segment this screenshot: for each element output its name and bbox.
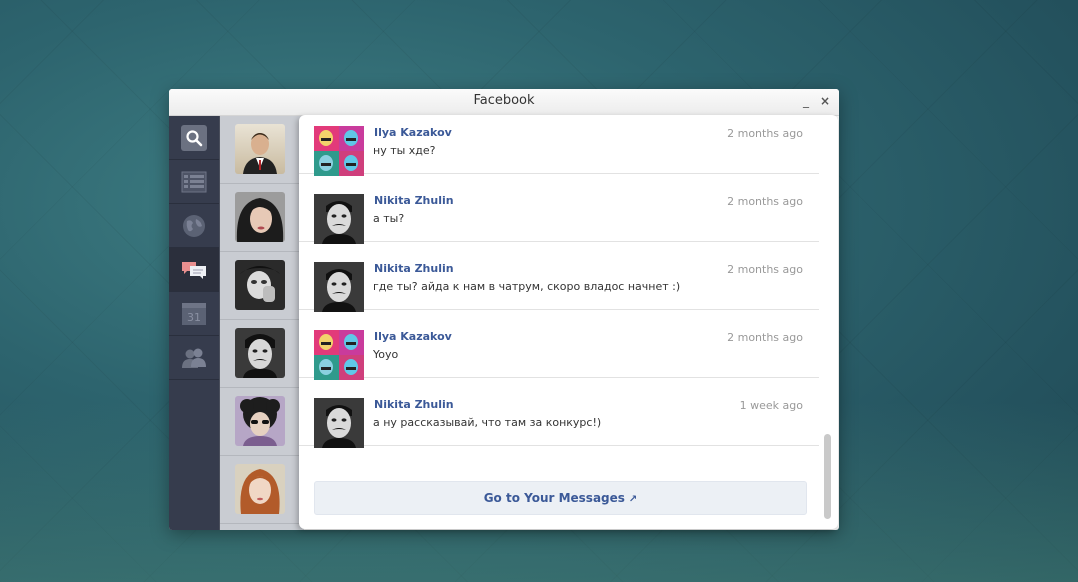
news-feed-icon [181, 169, 207, 195]
search-icon [181, 125, 207, 151]
sender-name[interactable]: Ilya Kazakov [374, 330, 452, 343]
friend-item[interactable] [220, 252, 304, 320]
friend-item[interactable] [220, 456, 304, 524]
friend-item[interactable] [220, 184, 304, 252]
message-time: 2 months ago [727, 127, 803, 140]
messages-icon [181, 257, 207, 283]
sidebar-item-search[interactable] [169, 116, 219, 160]
friend-avatar [235, 192, 285, 242]
sidebar: 31 [169, 116, 219, 530]
message-item[interactable]: Ilya Kazakov 2 months ago ну ты хде? [299, 115, 819, 176]
sidebar-item-news-feed[interactable] [169, 160, 219, 204]
friends-icon [181, 345, 207, 371]
friend-avatar [235, 464, 285, 514]
calendar-icon: 31 [181, 301, 207, 327]
go-to-messages-button[interactable]: Go to Your Messages ↗ [314, 481, 807, 515]
sidebar-item-messages[interactable] [169, 248, 219, 292]
sender-avatar [314, 194, 364, 244]
message-item[interactable]: Nikita Zhulin 1 week ago а ну рассказыва… [299, 378, 819, 448]
message-time: 1 week ago [739, 399, 803, 412]
sender-avatar [314, 398, 364, 448]
friend-avatar [235, 260, 285, 310]
scrollbar-thumb[interactable] [824, 434, 831, 519]
friend-avatar [235, 396, 285, 446]
title-bar: Facebook _ × [169, 89, 839, 116]
friends-list [219, 116, 304, 530]
friend-item[interactable] [220, 116, 304, 184]
sender-avatar [314, 262, 364, 312]
message-time: 2 months ago [727, 331, 803, 344]
message-text: ну ты хде? [373, 144, 436, 157]
message-text: а ты? [373, 212, 405, 225]
sender-name[interactable]: Ilya Kazakov [374, 126, 452, 139]
go-to-messages-label: Go to Your Messages [483, 491, 625, 505]
friend-item[interactable] [220, 388, 304, 456]
sidebar-item-events[interactable]: 31 [169, 292, 219, 336]
sender-name[interactable]: Nikita Zhulin [374, 262, 454, 275]
window-title: Facebook [473, 93, 535, 108]
friend-item[interactable] [220, 320, 304, 388]
close-button[interactable]: × [817, 92, 833, 110]
message-text: где ты? айда к нам в чатрум, скоро владо… [373, 280, 681, 293]
message-text: Yoyo [373, 348, 399, 361]
sender-name[interactable]: Nikita Zhulin [374, 398, 454, 411]
sidebar-item-friends[interactable] [169, 336, 219, 380]
message-item[interactable]: Nikita Zhulin 2 months ago а ты? [299, 174, 819, 244]
message-item[interactable]: Ilya Kazakov 2 months ago Yoyo [299, 310, 819, 380]
external-link-icon: ↗ [628, 494, 638, 505]
sender-name[interactable]: Nikita Zhulin [374, 194, 454, 207]
message-time: 2 months ago [727, 263, 803, 276]
globe-icon [181, 213, 207, 239]
sidebar-item-world[interactable] [169, 204, 219, 248]
sender-avatar [314, 126, 364, 176]
calendar-day: 31 [187, 311, 201, 324]
minimize-button[interactable]: _ [798, 92, 814, 110]
message-text: а ну рассказывай, что там за конкурс!) [373, 416, 602, 429]
friend-avatar [235, 328, 285, 378]
message-time: 2 months ago [727, 195, 803, 208]
message-item[interactable]: Nikita Zhulin 2 months ago где ты? айда … [299, 242, 819, 312]
sender-avatar [314, 330, 364, 380]
friend-avatar [235, 124, 285, 174]
messages-dropdown: Ilya Kazakov 2 months ago ну ты хде? Nik… [299, 115, 838, 529]
